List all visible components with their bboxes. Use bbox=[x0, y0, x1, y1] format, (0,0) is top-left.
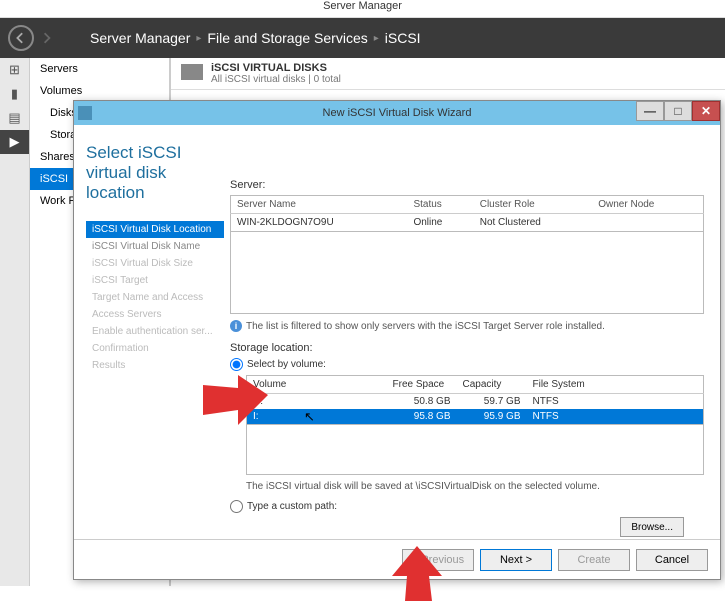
wizard-heading: Select iSCSI virtual disk location bbox=[86, 143, 224, 203]
forward-button[interactable] bbox=[38, 25, 56, 51]
vol-c-fs: NTFS bbox=[527, 394, 704, 410]
volume-table[interactable]: Volume Free Space Capacity File System C… bbox=[246, 375, 704, 425]
main-header: iSCSI VIRTUAL DISKS All iSCSI virtual di… bbox=[171, 58, 725, 90]
arrow-right-icon bbox=[41, 32, 53, 44]
col-free-space[interactable]: Free Space bbox=[387, 376, 457, 394]
sidebar-item-servers[interactable]: Servers bbox=[30, 58, 169, 80]
server-label: Server: bbox=[230, 179, 704, 191]
step-auth: Enable authentication ser... bbox=[86, 323, 224, 340]
browse-button[interactable]: Browse... bbox=[620, 517, 684, 537]
wizard-content: Server: Server Name Status Cluster Role … bbox=[224, 125, 720, 539]
cancel-button[interactable]: Cancel bbox=[636, 549, 708, 571]
col-owner-node[interactable]: Owner Node bbox=[592, 196, 703, 214]
col-cluster-role[interactable]: Cluster Role bbox=[474, 196, 593, 214]
disks-icon[interactable]: ▤ bbox=[0, 106, 29, 130]
breadcrumb-root[interactable]: Server Manager bbox=[90, 30, 190, 46]
wizard-icon bbox=[78, 106, 92, 120]
app-titlebar: Server Manager bbox=[0, 0, 725, 18]
info-icon: i bbox=[230, 320, 242, 332]
create-button: Create bbox=[558, 549, 630, 571]
col-server-name[interactable]: Server Name bbox=[231, 196, 408, 214]
step-access-servers: Access Servers bbox=[86, 306, 224, 323]
chevron-right-icon: ▸ bbox=[374, 33, 379, 44]
header-bar: Server Manager ▸ File and Storage Servic… bbox=[0, 18, 725, 58]
vol-i-cap: 95.9 GB bbox=[457, 409, 527, 425]
wizard-dialog: New iSCSI Virtual Disk Wizard — □ ✕ Sele… bbox=[73, 100, 721, 580]
vol-i-free: 95.8 GB bbox=[387, 409, 457, 425]
step-location[interactable]: iSCSI Virtual Disk Location bbox=[86, 221, 224, 238]
filter-note-text: The list is filtered to show only server… bbox=[246, 321, 605, 332]
vol-c-cap: 59.7 GB bbox=[457, 394, 527, 410]
save-location-note: The iSCSI virtual disk will be saved at … bbox=[246, 481, 704, 492]
radio-volume-label: Select by volume: bbox=[247, 359, 326, 370]
breadcrumb: Server Manager ▸ File and Storage Servic… bbox=[90, 30, 421, 46]
filter-note: i The list is filtered to show only serv… bbox=[230, 320, 704, 332]
radio-path-input[interactable] bbox=[230, 500, 243, 513]
volumes-icon[interactable]: ▮ bbox=[0, 82, 29, 106]
sidebar-item-volumes[interactable]: Volumes bbox=[30, 80, 169, 102]
breadcrumb-section[interactable]: File and Storage Services bbox=[207, 30, 367, 46]
step-target: iSCSI Target bbox=[86, 272, 224, 289]
volume-row-i[interactable]: I: 95.8 GB 95.9 GB NTFS bbox=[247, 409, 704, 425]
col-file-system[interactable]: File System bbox=[527, 376, 704, 394]
volume-row-c[interactable]: C: 50.8 GB 59.7 GB NTFS bbox=[247, 394, 704, 410]
next-button[interactable]: Next > bbox=[480, 549, 552, 571]
server-list-pane bbox=[230, 232, 704, 314]
wizard-titlebar[interactable]: New iSCSI Virtual Disk Wizard — □ ✕ bbox=[74, 101, 720, 125]
close-button[interactable]: ✕ bbox=[692, 101, 720, 121]
maximize-button[interactable]: □ bbox=[664, 101, 692, 121]
minimize-button[interactable]: — bbox=[636, 101, 664, 121]
col-capacity[interactable]: Capacity bbox=[457, 376, 527, 394]
server-status-cell: Online bbox=[407, 214, 473, 232]
step-confirmation: Confirmation bbox=[86, 340, 224, 357]
chevron-right-icon: ▸ bbox=[196, 33, 201, 44]
breadcrumb-page[interactable]: iSCSI bbox=[385, 30, 421, 46]
step-name[interactable]: iSCSI Virtual Disk Name bbox=[86, 238, 224, 255]
step-target-name: Target Name and Access bbox=[86, 289, 224, 306]
wizard-title-text: New iSCSI Virtual Disk Wizard bbox=[323, 107, 472, 119]
disk-icon bbox=[181, 64, 203, 80]
server-row[interactable]: WIN-2KLDOGN7O9U Online Not Clustered bbox=[231, 214, 704, 232]
col-status[interactable]: Status bbox=[407, 196, 473, 214]
main-subtitle: All iSCSI virtual disks | 0 total bbox=[211, 74, 341, 85]
radio-select-by-volume[interactable]: Select by volume: bbox=[230, 358, 704, 371]
volume-list-pane bbox=[246, 425, 704, 475]
storage-location-label: Storage location: bbox=[230, 342, 704, 354]
server-owner-cell bbox=[592, 214, 703, 232]
arrow-left-icon bbox=[15, 32, 27, 44]
server-table[interactable]: Server Name Status Cluster Role Owner No… bbox=[230, 195, 704, 232]
back-button[interactable] bbox=[8, 25, 34, 51]
vol-c-free: 50.8 GB bbox=[387, 394, 457, 410]
step-size: iSCSI Virtual Disk Size bbox=[86, 255, 224, 272]
radio-custom-path[interactable]: Type a custom path: bbox=[230, 500, 704, 513]
storage-icon[interactable]: ▶ bbox=[0, 130, 29, 154]
server-name-cell: WIN-2KLDOGN7O9U bbox=[231, 214, 408, 232]
vol-i-fs: NTFS bbox=[527, 409, 704, 425]
radio-path-label: Type a custom path: bbox=[247, 501, 337, 512]
servers-icon[interactable]: ⊞ bbox=[0, 58, 29, 82]
main-title: iSCSI VIRTUAL DISKS bbox=[211, 62, 341, 74]
server-role-cell: Not Clustered bbox=[474, 214, 593, 232]
icon-strip: ⊞ ▮ ▤ ▶ bbox=[0, 58, 30, 586]
wizard-steps: Select iSCSI virtual disk location iSCSI… bbox=[74, 125, 224, 539]
